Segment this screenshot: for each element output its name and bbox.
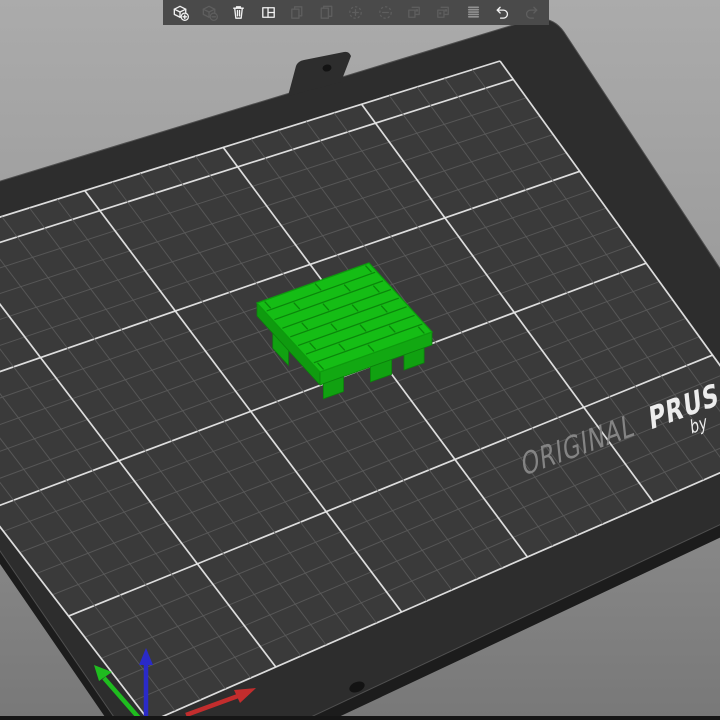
viewport-3d[interactable]: ORIGINAL PRUSA by — [0, 0, 720, 720]
remove-instance-button[interactable] — [373, 1, 397, 24]
delete-object-button[interactable] — [198, 1, 222, 24]
viewport-bottom-edge — [0, 716, 720, 720]
split-to-objects-button[interactable] — [403, 1, 427, 24]
undo-button[interactable] — [490, 1, 514, 24]
slicer-3d-scene: ORIGINAL PRUSA by — [0, 0, 720, 720]
split-parts-icon — [437, 6, 450, 18]
redo-button[interactable] — [520, 1, 544, 24]
layers-icon — [467, 6, 479, 18]
redo-icon — [526, 6, 538, 19]
remove-instance-icon — [378, 6, 392, 19]
split-to-parts-button[interactable] — [432, 1, 456, 24]
add-object-icon — [173, 5, 189, 22]
paste-icon — [320, 5, 333, 19]
variable-layer-height-button[interactable] — [461, 1, 485, 24]
arrange-icon — [261, 7, 275, 18]
add-instance-icon — [349, 6, 363, 19]
add-instance-button[interactable] — [344, 1, 368, 24]
delete-object-icon — [202, 5, 219, 22]
arrange-button[interactable] — [256, 1, 280, 24]
copy-button[interactable] — [285, 1, 309, 24]
main-toolbar — [163, 0, 549, 25]
add-object-button[interactable] — [168, 1, 192, 24]
delete-all-button[interactable] — [227, 1, 251, 24]
delete-all-icon — [233, 6, 245, 19]
split-objects-icon — [408, 6, 420, 18]
paste-button[interactable] — [315, 1, 339, 24]
undo-icon — [496, 6, 508, 19]
copy-icon — [291, 6, 303, 19]
